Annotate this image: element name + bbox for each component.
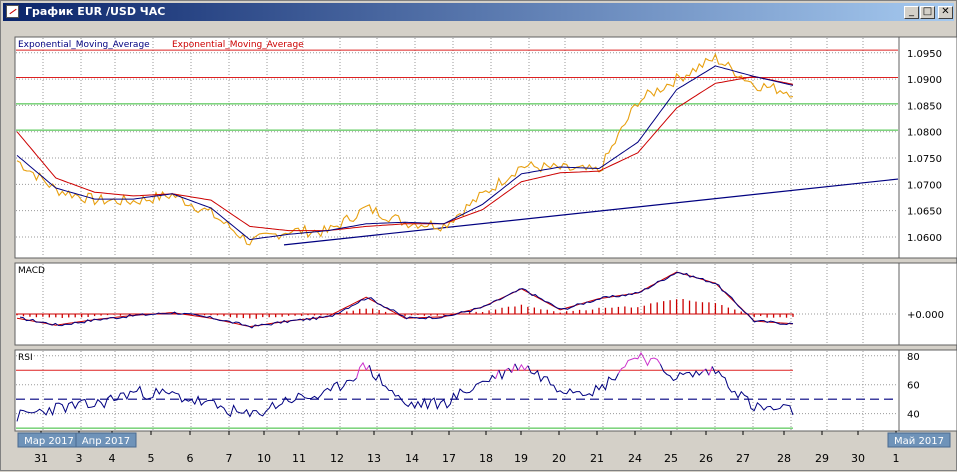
rsi-y-tick: 60 <box>907 381 920 392</box>
y-tick-label: 1.0700 <box>907 180 942 191</box>
x-day-label: 24 <box>628 452 642 465</box>
x-day-label: 14 <box>405 452 419 465</box>
x-day-label: 5 <box>148 452 155 465</box>
x-day-label: 28 <box>777 452 791 465</box>
y-tick-label: 1.0650 <box>907 207 942 218</box>
x-day-label: 7 <box>226 452 233 465</box>
legend-ema-slow: Exponential_Moving_Average <box>172 40 304 50</box>
month-badge-apr-text: Апр 2017 <box>82 436 130 447</box>
macd-label: MACD <box>18 266 45 276</box>
x-day-label: 13 <box>367 452 381 465</box>
rsi-y-tick: 80 <box>907 352 920 363</box>
chart-window: График EUR /USD ЧАС _ □ ✕ 1.0950 1.0900 1.… <box>0 0 957 471</box>
rsi-y-tick: 40 <box>907 410 920 421</box>
chart-area[interactable]: 1.0950 1.0900 1.0850 1.0800 1.0750 1.0700 1.06… <box>1 1 957 472</box>
month-badge-may-text: Май 2017 <box>894 436 944 447</box>
y-tick-label: 1.0750 <box>907 154 942 165</box>
x-day-label: 31 <box>34 452 48 465</box>
x-day-label: 1 <box>893 452 900 465</box>
x-day-label: 17 <box>442 452 456 465</box>
x-day-label: 26 <box>699 452 713 465</box>
y-tick-label: 1.0600 <box>907 233 942 244</box>
x-day-label: 27 <box>736 452 750 465</box>
x-day-label: 18 <box>479 452 493 465</box>
month-badge-mar-text: Мар 2017 <box>24 436 74 447</box>
x-day-label: 20 <box>552 452 566 465</box>
x-day-label: 29 <box>815 452 829 465</box>
x-day-label: 12 <box>330 452 344 465</box>
x-day-label: 3 <box>76 452 83 465</box>
y-tick-label: 1.0900 <box>907 75 942 86</box>
rsi-panel[interactable] <box>14 349 900 432</box>
legend-ema-fast: Exponential_Moving_Average <box>18 40 150 50</box>
macd-panel[interactable] <box>14 262 900 346</box>
main-panel[interactable] <box>14 36 900 259</box>
macd-panel-axis <box>898 262 957 346</box>
x-day-label: 10 <box>257 452 271 465</box>
y-tick-label: 1.0850 <box>907 101 942 112</box>
rsi-label: RSI <box>18 353 33 363</box>
main-panel-axis <box>898 36 957 259</box>
y-tick-label: 1.0950 <box>907 49 942 60</box>
x-day-label: 21 <box>590 452 604 465</box>
x-day-label: 25 <box>664 452 678 465</box>
x-day-label: 19 <box>514 452 528 465</box>
x-day-label: 30 <box>851 452 865 465</box>
x-day-label: 6 <box>187 452 194 465</box>
y-tick-label: 1.0800 <box>907 128 942 139</box>
macd-y-tick: +0.000 <box>907 310 944 321</box>
x-day-label: 4 <box>109 452 116 465</box>
x-day-label: 11 <box>292 452 306 465</box>
